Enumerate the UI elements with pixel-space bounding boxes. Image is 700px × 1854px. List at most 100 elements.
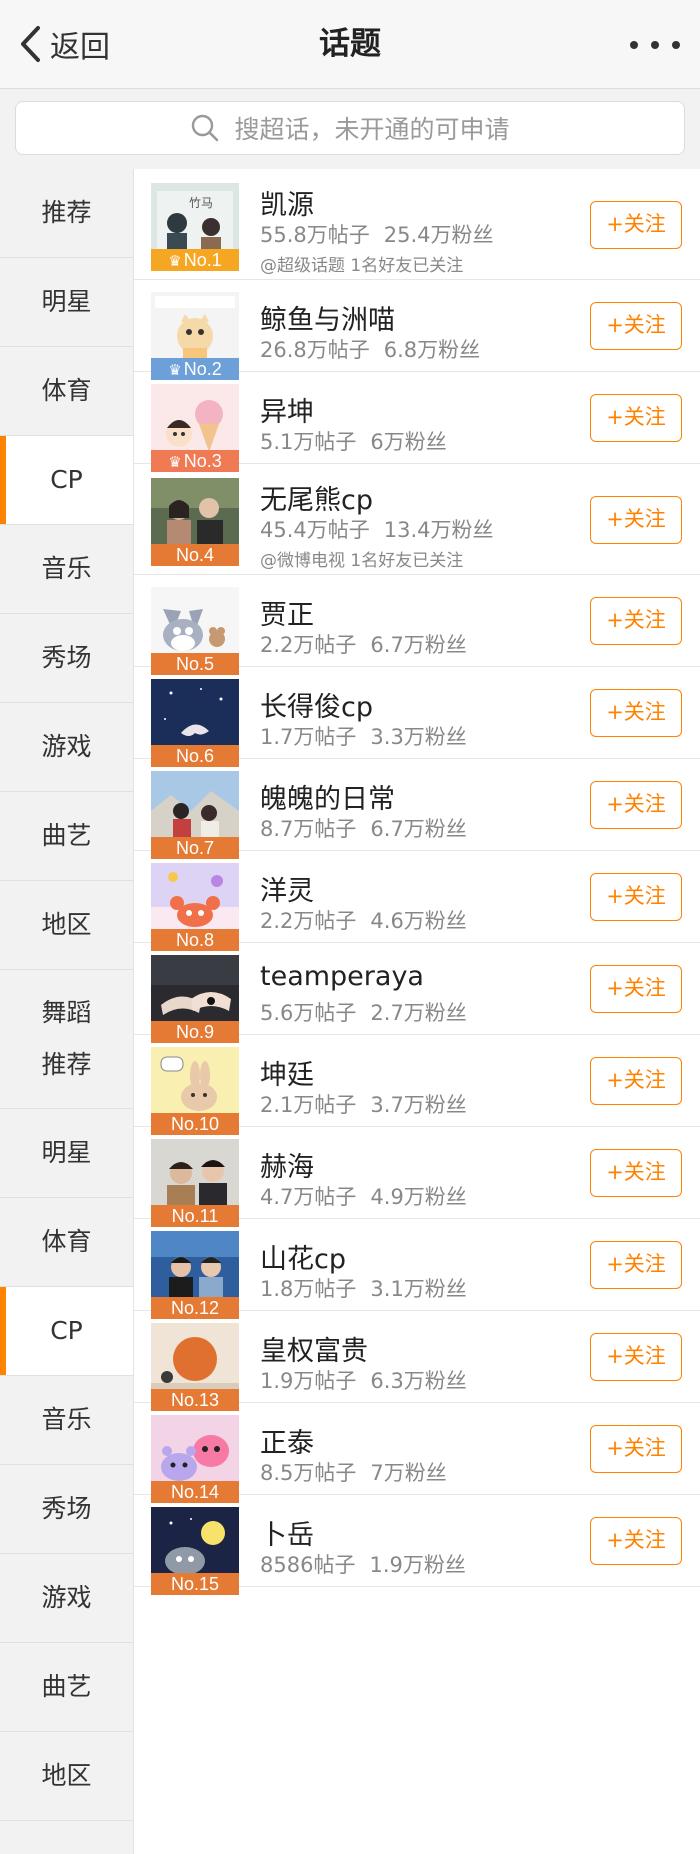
topic-name[interactable]: 赫海 [260,1145,314,1184]
topic-thumbnail: No.11 [151,1139,239,1227]
sidebar-item[interactable]: 曲艺 [0,1643,133,1732]
follow-button[interactable]: +关注 [590,597,682,645]
topic-name[interactable]: 正泰 [260,1421,314,1460]
search-icon [192,114,219,142]
sidebar-item[interactable]: 地区 [0,881,133,970]
sidebar-item[interactable]: 游戏 [0,1554,133,1643]
topic-name[interactable]: 山花cp [260,1237,346,1276]
rank-badge: ♛ No.1 [151,249,239,271]
topic-name[interactable]: 皇权富贵 [260,1329,368,1368]
sidebar-item[interactable]: 推荐 [0,169,133,258]
topic-row[interactable]: No.4 无尾熊cp 45.4万帖子 13.4万粉丝 @微博电视 1名好友已关注 +关注 [134,464,700,575]
topic-row[interactable]: No.5 贾正 2.2万帖子 6.7万粉丝 +关注 [134,575,700,675]
topic-thumbnail: No.8 [151,863,239,951]
topic-row[interactable]: 竹马 ♛ No.1 凯源 55.8万帖子 25.4万粉丝 @超级话题 1名好友已关注 +关注 [134,169,700,280]
topic-name[interactable]: 卜岳 [260,1513,314,1552]
follow-button[interactable]: +关注 [590,781,682,829]
follow-button[interactable]: +关注 [590,302,682,350]
fan-count: 6.7万粉丝 [370,817,467,841]
sidebar-item-label: 体育 [41,376,92,405]
post-count: 2.2万帖子 [260,633,357,657]
topic-row[interactable]: No.14 正泰 8.5万帖子 7万粉丝 +关注 [134,1403,700,1503]
topic-row[interactable]: No.12 山花cp 1.8万帖子 3.1万粉丝 +关注 [134,1219,700,1319]
fan-count: 6万粉丝 [370,430,447,454]
topic-row[interactable]: ♛ No.3 异坤 5.1万帖子 6万粉丝 +关注 [134,372,700,472]
follow-button[interactable]: +关注 [590,1333,682,1381]
post-count: 45.4万帖子 [260,518,370,542]
more-options-button[interactable] [630,28,680,62]
post-count: 2.1万帖子 [260,1093,357,1117]
topic-row[interactable]: No.10 坤廷 2.1万帖子 3.7万粉丝 +关注 [134,1035,700,1135]
sidebar-item[interactable]: 秀场 [0,614,133,703]
sidebar-item[interactable]: 体育 [0,1198,133,1287]
fan-count: 4.9万粉丝 [370,1185,467,1209]
topic-name[interactable]: 异坤 [260,390,314,429]
sidebar-item-label: CP [50,1316,83,1345]
follow-button[interactable]: +关注 [590,1149,682,1197]
follow-button[interactable]: +关注 [590,1425,682,1473]
search-input[interactable]: 搜超话，未开通的可申请 [15,101,685,155]
sidebar-item[interactable]: 明星 [0,258,133,347]
topic-name[interactable]: 无尾熊cp [260,478,373,517]
sidebar-item[interactable]: 舞蹈推荐 [0,970,133,1109]
topic-name[interactable]: 魄魄的日常 [260,777,395,816]
topic-stats: 8586帖子 1.9万粉丝 [260,1549,466,1579]
sidebar-item[interactable]: 游戏 [0,703,133,792]
follow-button[interactable]: +关注 [590,201,682,249]
sidebar-item-label: 游戏 [41,732,92,761]
topic-row[interactable]: No.6 长得俊cp 1.7万帖子 3.3万粉丝 +关注 [134,667,700,767]
topic-row[interactable]: No.9 teamperaya 5.6万帖子 2.7万粉丝 +关注 [134,943,700,1043]
sidebar-item[interactable]: 曲艺 [0,792,133,881]
post-count: 8.7万帖子 [260,817,357,841]
topic-thumbnail: No.14 [151,1415,239,1503]
topic-row[interactable]: No.11 赫海 4.7万帖子 4.9万粉丝 +关注 [134,1127,700,1227]
topic-row[interactable]: No.15 卜岳 8586帖子 1.9万粉丝 +关注 [134,1495,700,1595]
page-title: 话题 [319,26,381,62]
follow-button[interactable]: +关注 [590,1241,682,1289]
fan-count: 25.4万粉丝 [383,223,494,247]
post-count: 8.5万帖子 [260,1461,357,1485]
topic-extra-info: @微博电视 1名好友已关注 [260,551,464,571]
follow-button[interactable]: +关注 [590,1057,682,1105]
follow-button[interactable]: +关注 [590,965,682,1013]
follow-button[interactable]: +关注 [590,873,682,921]
topic-stats: 2.2万帖子 4.6万粉丝 [260,905,467,935]
sidebar-item[interactable]: 音乐 [0,525,133,614]
follow-button[interactable]: +关注 [590,394,682,442]
sidebar-item[interactable]: 秀场 [0,1465,133,1554]
topic-name[interactable]: 坤廷 [260,1053,314,1092]
sidebar-item[interactable]: 体育 [0,347,133,436]
sidebar-item-label: 明星 [41,1138,92,1167]
topic-row[interactable]: No.13 皇权富贵 1.9万帖子 6.3万粉丝 +关注 [134,1311,700,1411]
topic-row[interactable]: ♛ No.2 鲸鱼与洲喵 26.8万帖子 6.8万粉丝 +关注 [134,280,700,380]
svg-text:竹马: 竹马 [189,196,213,210]
sidebar-item[interactable]: CP [0,1287,133,1376]
sidebar-item[interactable]: 音乐 [0,1376,133,1465]
sidebar-item-label: 曲艺 [41,1672,92,1701]
topic-name[interactable]: 长得俊cp [260,685,373,724]
follow-button[interactable]: +关注 [590,496,682,544]
fan-count: 2.7万粉丝 [370,1001,467,1025]
sidebar-item[interactable]: CP [0,436,133,525]
topic-name[interactable]: 洋灵 [260,869,314,908]
follow-button[interactable]: +关注 [590,1517,682,1565]
top-navigation-bar: 返回 话题 [0,0,700,89]
follow-button[interactable]: +关注 [590,689,682,737]
topic-name[interactable]: teamperaya [260,961,424,992]
sidebar-item[interactable]: 地区 [0,1732,133,1821]
topic-row[interactable]: No.7 魄魄的日常 8.7万帖子 6.7万粉丝 +关注 [134,759,700,859]
fan-count: 7万粉丝 [370,1461,447,1485]
post-count: 1.9万帖子 [260,1369,357,1393]
post-count: 5.6万帖子 [260,1001,357,1025]
topic-thumbnail: No.6 [151,679,239,767]
topic-thumbnail: No.7 [151,771,239,859]
topic-row[interactable]: No.8 洋灵 2.2万帖子 4.6万粉丝 +关注 [134,851,700,951]
topic-name[interactable]: 贾正 [260,593,314,632]
topic-name[interactable]: 凯源 [260,183,314,222]
sidebar-item[interactable]: 明星 [0,1109,133,1198]
fan-count: 6.7万粉丝 [370,633,467,657]
topic-thumbnail: No.9 [151,955,239,1043]
topic-name[interactable]: 鲸鱼与洲喵 [260,298,395,337]
topic-stats: 8.7万帖子 6.7万粉丝 [260,813,467,843]
topic-stats: 45.4万帖子 13.4万粉丝 [260,514,494,544]
